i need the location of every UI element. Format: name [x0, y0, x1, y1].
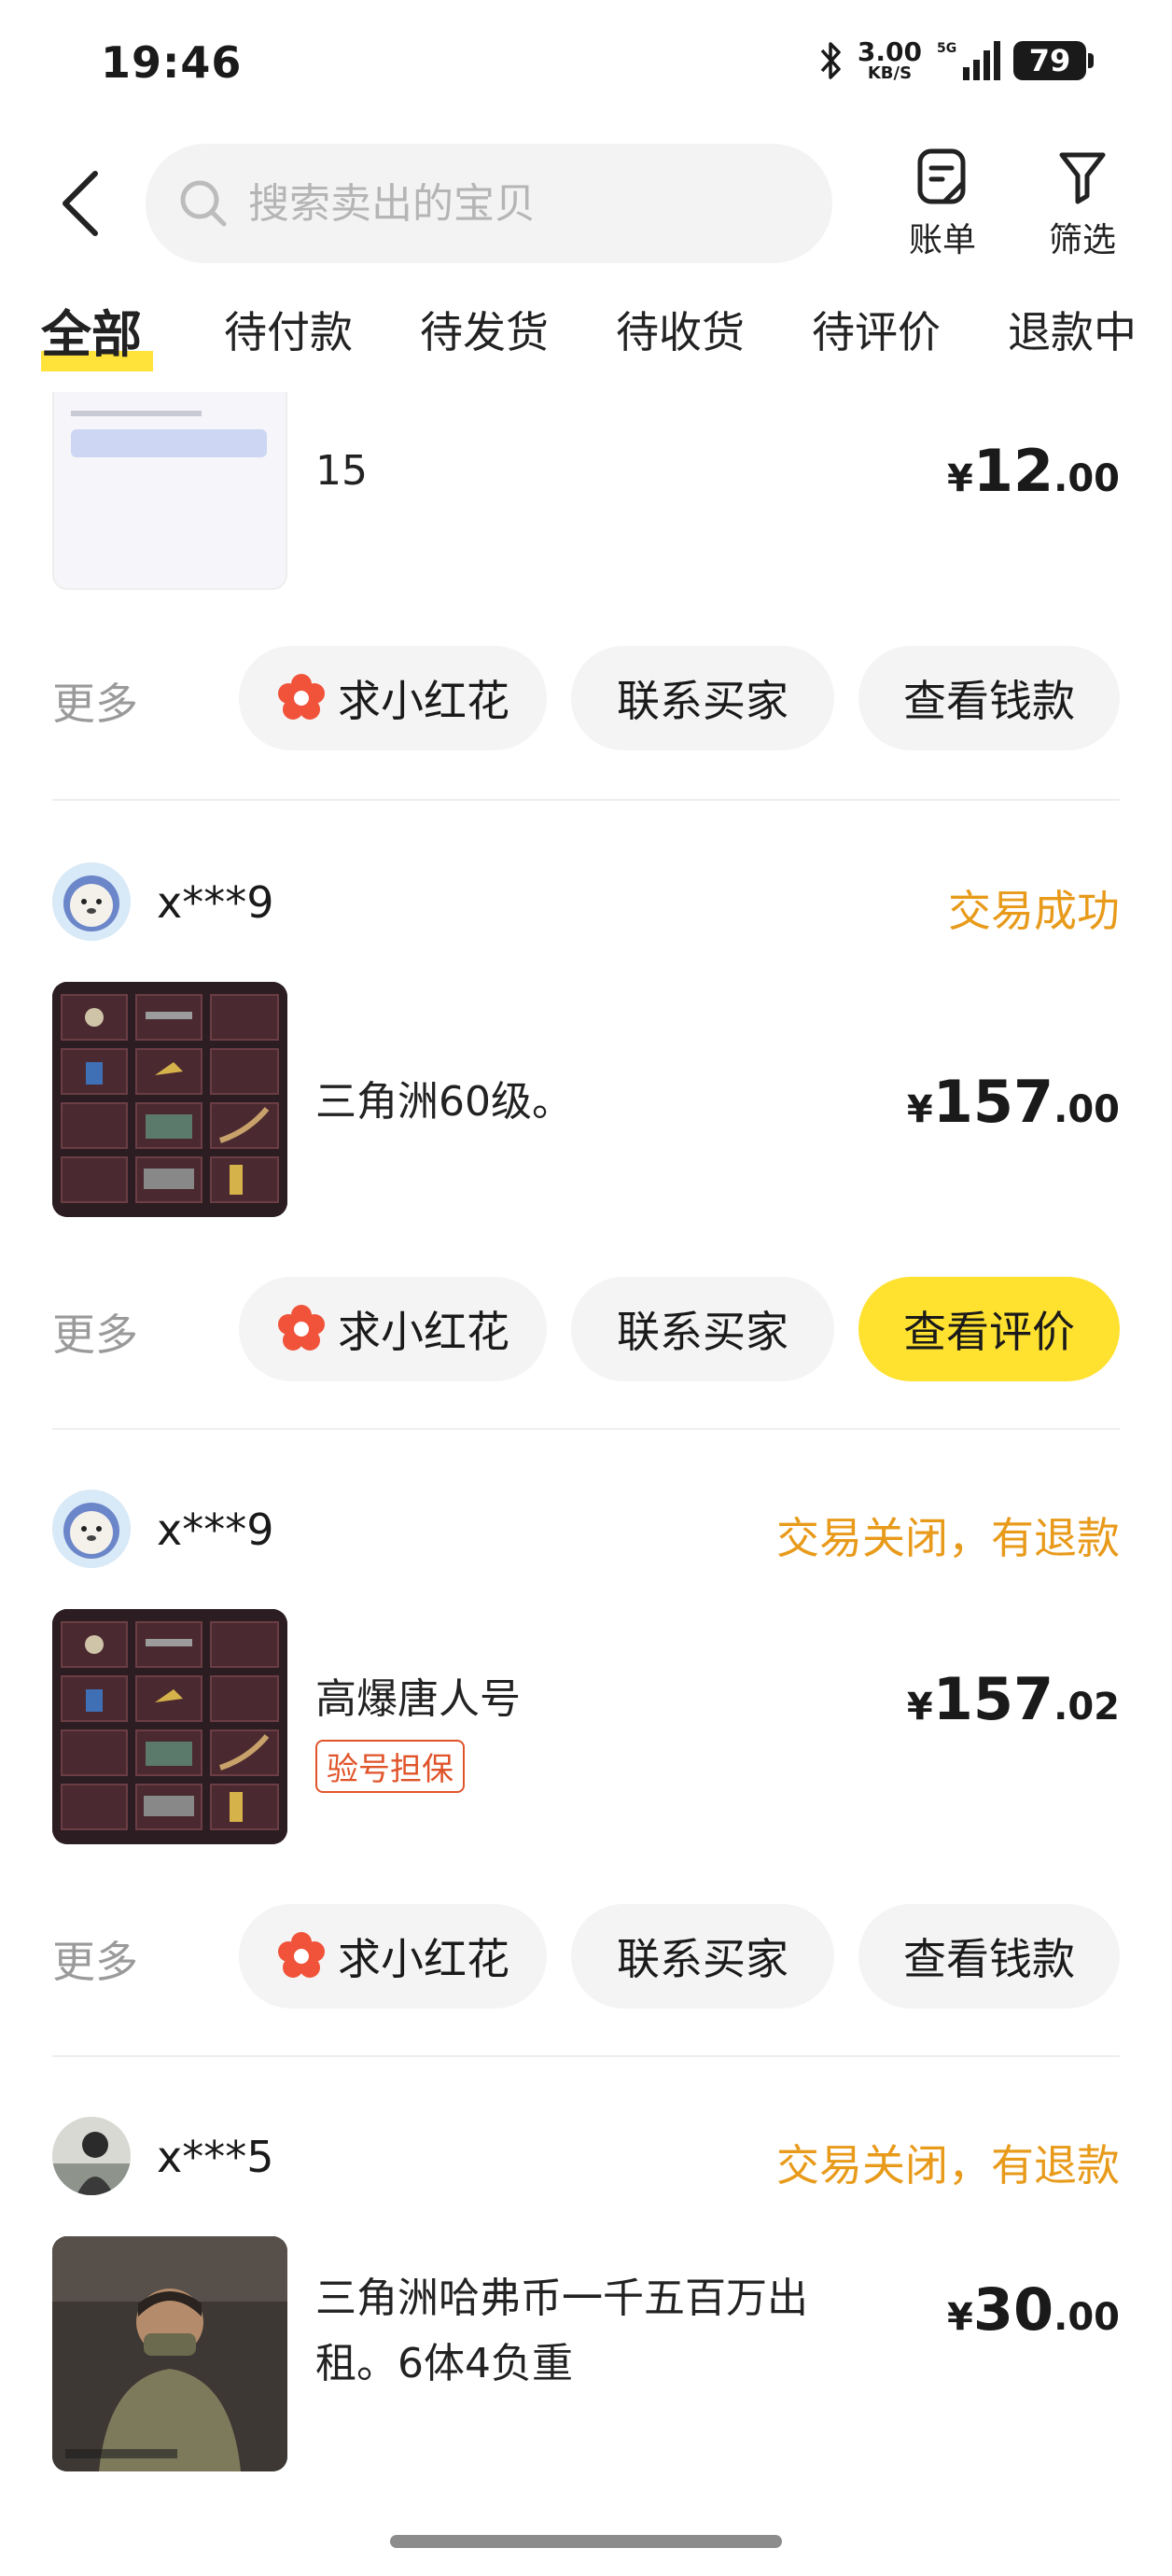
red-flower-icon	[278, 1305, 325, 1351]
item-title: 高爆唐人号	[315, 1675, 521, 1723]
item-price: ¥157.00	[906, 1068, 1120, 1136]
item-title: 三角洲哈弗币一千五百万出租。6体4负重	[315, 2275, 808, 2387]
view-review-button[interactable]: 查看评价	[858, 1277, 1120, 1381]
order-header: x***9 交易关闭，有退款	[52, 1490, 1120, 1574]
buyer-name: x***9	[157, 1505, 274, 1555]
order-tabs: 全部 待付款 待发货 待收货 待评价 退款中	[0, 299, 1172, 383]
order-status: 交易关闭，有退款	[776, 1513, 1120, 1563]
card-divider	[52, 2055, 1120, 2057]
order-actions: 更多 求小红花 联系买家 查看钱款	[52, 1904, 1120, 2009]
tab-pending-shipment[interactable]: 待发货	[420, 299, 549, 360]
order-header: x***9 交易成功	[52, 862, 1120, 946]
item-price: ¥30.00	[947, 2275, 1120, 2344]
product-image	[54, 392, 286, 588]
request-flower-button[interactable]: 求小红花	[239, 646, 547, 750]
filter-label: 筛选	[1048, 221, 1116, 259]
more-button[interactable]: 更多	[52, 1928, 138, 1990]
item-title: 三角洲60级。	[315, 1078, 573, 1126]
search-box[interactable]	[146, 144, 832, 263]
header: 账单 筛选	[0, 131, 1172, 271]
network-speed: 3.00 KB/S	[857, 36, 922, 83]
bluetooth-icon	[820, 42, 841, 79]
item-price: ¥12.00	[947, 437, 1120, 505]
contact-buyer-button[interactable]: 联系买家	[571, 1904, 834, 2009]
game-inventory-image	[52, 982, 287, 1217]
more-button[interactable]: 更多	[52, 1301, 138, 1363]
tab-pending-receipt[interactable]: 待收货	[616, 299, 745, 360]
order-actions: 更多 求小红花 联系买家 查看评价	[52, 1277, 1120, 1381]
more-button[interactable]: 更多	[52, 670, 138, 732]
tab-pending-payment[interactable]: 待付款	[224, 299, 353, 360]
view-payment-button[interactable]: 查看钱款	[858, 646, 1120, 750]
filter-button[interactable]: 筛选	[1036, 147, 1129, 261]
bill-label: 账单	[908, 221, 976, 259]
red-flower-icon	[278, 674, 325, 720]
seal-avatar-image	[52, 862, 131, 941]
home-indicator[interactable]	[390, 2535, 782, 2548]
buyer-avatar[interactable]	[52, 862, 131, 941]
game-character-image	[52, 2236, 287, 2471]
game-inventory-image	[52, 1609, 287, 1844]
cellular-signal-icon: 5G	[937, 41, 1000, 80]
order-list: 15 ¥12.00 更多 求小红花 联系买家 查看钱款 x***9 交易成功 三…	[0, 392, 1172, 2539]
seal-avatar-image	[52, 1490, 131, 1568]
status-icons: 3.00 KB/S 5G 79	[816, 36, 1094, 83]
product-thumbnail	[52, 392, 287, 590]
item-title: 15	[315, 447, 368, 495]
card-divider	[52, 799, 1120, 801]
order-status: 交易成功	[948, 886, 1120, 936]
buyer-name: x***9	[157, 877, 274, 928]
card-divider	[52, 1428, 1120, 1430]
product-thumbnail[interactable]	[52, 982, 287, 1217]
battery-indicator: 79	[1013, 41, 1094, 80]
order-status: 交易关闭，有退款	[776, 2140, 1120, 2191]
search-input[interactable]	[248, 179, 808, 228]
filter-icon	[1059, 152, 1106, 204]
chevron-left-icon	[63, 171, 98, 236]
request-flower-button[interactable]: 求小红花	[239, 1277, 547, 1381]
tab-all[interactable]: 全部	[41, 293, 142, 367]
item-price: ¥157.02	[906, 1665, 1120, 1733]
tab-pending-review[interactable]: 待评价	[812, 299, 941, 360]
buyer-name: x***5	[157, 2132, 274, 2182]
contact-buyer-button[interactable]: 联系买家	[571, 646, 834, 750]
red-flower-icon	[278, 1932, 325, 1978]
buyer-avatar[interactable]	[52, 2117, 131, 2195]
bill-icon	[917, 148, 966, 204]
order-actions: 更多 求小红花 联系买家 查看钱款	[52, 646, 1120, 750]
photo-avatar-image	[52, 2117, 131, 2195]
buyer-avatar[interactable]	[52, 1490, 131, 1568]
status-bar: 19:46 3.00 KB/S 5G 79	[0, 0, 1172, 131]
request-flower-button[interactable]: 求小红花	[239, 1904, 547, 2009]
inspection-guarantee-tag: 验号担保	[315, 1740, 465, 1793]
back-button[interactable]	[52, 166, 108, 241]
search-icon	[180, 180, 227, 227]
view-payment-button[interactable]: 查看钱款	[858, 1904, 1120, 2009]
bill-button[interactable]: 账单	[896, 147, 989, 261]
product-thumbnail[interactable]	[52, 1609, 287, 1844]
tab-refunding[interactable]: 退款中	[1008, 299, 1137, 360]
product-thumbnail[interactable]	[52, 2236, 287, 2471]
status-time: 19:46	[101, 37, 243, 88]
svg-text:5G: 5G	[937, 41, 956, 56]
contact-buyer-button[interactable]: 联系买家	[571, 1277, 834, 1381]
order-header: x***5 交易关闭，有退款	[52, 2117, 1120, 2201]
